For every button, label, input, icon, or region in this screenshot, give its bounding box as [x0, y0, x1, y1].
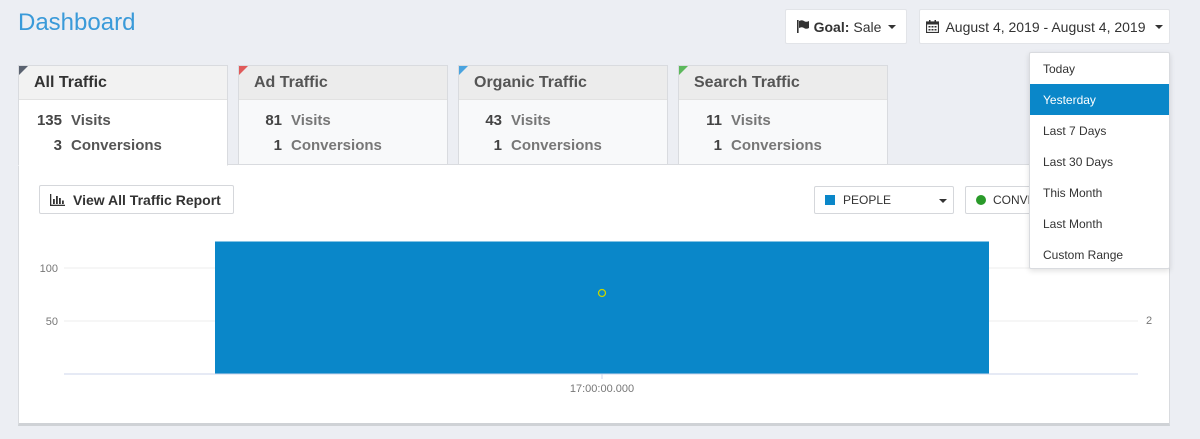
y2-axis-tick-label: 2 [1146, 315, 1152, 327]
conversions-swatch [976, 195, 986, 205]
traffic-chart: 100 50 2 17:00:00.000 [40, 241, 1152, 395]
flag-icon [796, 20, 809, 33]
date-range-menu: Today Yesterday Last 7 Days Last 30 Days Thi… [1029, 52, 1170, 269]
tab-label: Organic Traffic [474, 73, 587, 91]
chevron-down-icon [1154, 24, 1163, 29]
visits-count: 43 [485, 112, 502, 129]
y-axis-tick-label: 100 [40, 263, 58, 275]
visits-count: 81 [265, 112, 282, 129]
tab-label: Ad Traffic [254, 73, 328, 91]
conversions-count: 1 [273, 137, 282, 154]
people-swatch [825, 195, 835, 205]
calendar-icon [926, 20, 940, 33]
visits-label: Visits [511, 112, 551, 129]
visits-label: Visits [71, 112, 111, 129]
x-axis-tick-label: 17:00:00.000 [570, 383, 634, 395]
date-option-last-month[interactable]: Last Month [1030, 208, 1169, 239]
tab-organic-traffic[interactable]: Organic Traffic 43 Visits 1 Conversions [458, 65, 668, 165]
goal-label: Goal: [813, 18, 850, 35]
date-option-custom-range[interactable]: Custom Range [1030, 239, 1169, 270]
visits-count: 135 [36, 112, 62, 129]
view-report-label: View All Traffic Report [73, 191, 221, 208]
tab-accent-corner [679, 66, 688, 75]
tab-label: Search Traffic [694, 73, 800, 91]
people-metric-select[interactable]: PEOPLE [814, 186, 954, 214]
bar-chart-icon [50, 193, 65, 206]
tab-ad-traffic[interactable]: Ad Traffic 81 Visits 1 Conversions [238, 65, 448, 165]
tab-label: All Traffic [34, 73, 107, 91]
date-range-text: August 4, 2019 - August 4, 2019 [945, 18, 1146, 35]
date-option-this-month[interactable]: This Month [1030, 177, 1169, 208]
date-option-today[interactable]: Today [1030, 53, 1169, 84]
visits-label: Visits [291, 112, 331, 129]
conversions-label: Conversions [511, 137, 602, 154]
conversions-label: Conversions [731, 137, 822, 154]
tab-search-traffic[interactable]: Search Traffic 11 Visits 1 Conversions [678, 65, 888, 165]
date-option-last-30-days[interactable]: Last 30 Days [1030, 146, 1169, 177]
conversions-label: Conversions [291, 137, 382, 154]
goal-dropdown-button[interactable]: Goal: Sale [785, 9, 907, 44]
page-title: Dashboard [18, 9, 136, 36]
tab-accent-corner [19, 66, 28, 75]
date-option-last-7-days[interactable]: Last 7 Days [1030, 115, 1169, 146]
tab-accent-corner [239, 66, 248, 75]
date-option-yesterday[interactable]: Yesterday [1030, 84, 1169, 115]
date-range-button[interactable]: August 4, 2019 - August 4, 2019 [919, 9, 1170, 44]
conversions-count: 1 [713, 137, 722, 154]
visits-count: 11 [706, 112, 722, 129]
chevron-down-icon [939, 199, 947, 203]
chevron-down-icon [888, 24, 897, 29]
tab-all-traffic[interactable]: All Traffic 135 Visits 3 Conversions [18, 65, 228, 166]
tab-accent-corner [459, 66, 468, 75]
y-axis-tick-label: 50 [46, 316, 58, 328]
view-report-button[interactable]: View All Traffic Report [39, 185, 234, 214]
conversions-label: Conversions [71, 137, 162, 154]
people-select-label: PEOPLE [843, 193, 892, 207]
conversions-count: 1 [493, 137, 502, 154]
visits-label: Visits [731, 112, 771, 129]
goal-value: Sale [853, 18, 882, 35]
conversions-count: 3 [53, 137, 62, 154]
bar-people [215, 241, 989, 374]
